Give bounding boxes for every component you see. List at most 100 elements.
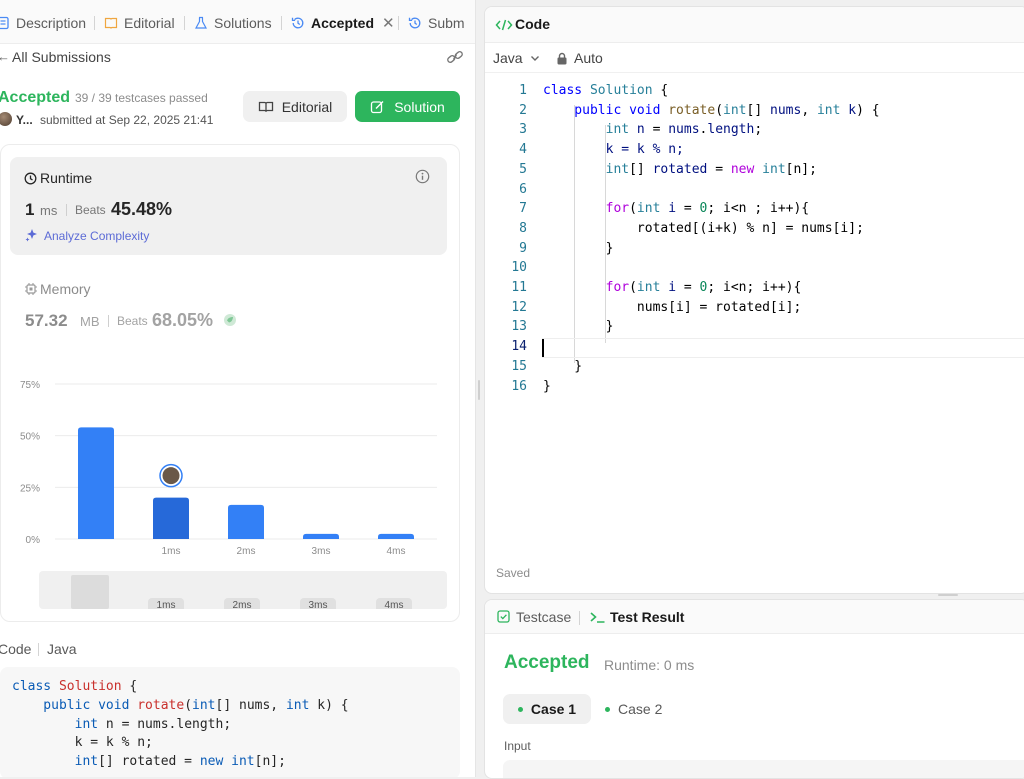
tab-editorial[interactable]: Editorial xyxy=(104,13,175,33)
code-token: class xyxy=(12,679,59,694)
code-line: } xyxy=(543,240,614,256)
share-link-icon[interactable] xyxy=(446,49,464,65)
code-token: ; i<n; i++){ xyxy=(707,280,802,295)
tab-divider xyxy=(184,16,185,30)
tab-divider xyxy=(281,16,282,30)
vertical-resize-handle[interactable] xyxy=(478,380,480,400)
code-token: int xyxy=(636,201,669,217)
code-token: = xyxy=(676,201,700,217)
tab-submissions[interactable]: Subm xyxy=(408,13,465,33)
code-line: nums[i] = rotated[i]; xyxy=(543,300,801,315)
code-token: for xyxy=(543,280,630,295)
avatar xyxy=(162,467,180,485)
line-number: 16 xyxy=(511,378,527,394)
code-token: } xyxy=(543,358,583,374)
divider xyxy=(485,72,1024,73)
code-token: ; i<n ; i++){ xyxy=(707,201,810,217)
code-token: Solution xyxy=(589,83,653,98)
current-line-highlight xyxy=(542,338,1024,358)
code-line: int[] rotated = new int[n]; xyxy=(12,754,286,769)
analyze-complexity-link[interactable]: Analyze Complexity xyxy=(44,229,149,243)
back-arrow-icon[interactable]: ← xyxy=(0,49,10,64)
code-line: int n = nums.length; xyxy=(12,717,232,732)
chart-bar xyxy=(378,533,414,539)
line-number: 2 xyxy=(519,102,527,118)
tab-description[interactable]: Description xyxy=(0,13,86,33)
username[interactable]: Y... xyxy=(16,113,33,127)
save-status: Saved xyxy=(496,566,531,580)
book-icon xyxy=(104,17,118,29)
avatar[interactable] xyxy=(0,112,12,126)
line-number: 10 xyxy=(511,260,527,276)
code-line: } xyxy=(543,379,551,394)
navigator-label: 2ms xyxy=(233,600,252,609)
tab-divider xyxy=(398,16,399,30)
chart-bar xyxy=(303,533,339,539)
code-token: nums[i] = rotated[i]; xyxy=(543,299,802,315)
code-line: public void rotate(int[] nums, int k) { xyxy=(12,697,348,713)
close-tab-icon[interactable]: ✕ xyxy=(382,14,395,32)
tab-code[interactable]: Code xyxy=(515,16,550,32)
code-line: } xyxy=(543,319,614,335)
info-icon[interactable] xyxy=(415,169,430,184)
code-token: rotated xyxy=(652,161,708,177)
line-number: 5 xyxy=(519,161,527,177)
navigator-label: 1ms xyxy=(157,600,176,609)
tab-testcase[interactable]: Testcase xyxy=(516,609,571,625)
code-token: } xyxy=(543,240,614,256)
result-status: Accepted xyxy=(504,652,590,673)
sparkle-icon xyxy=(25,229,37,242)
code-token: ( xyxy=(629,201,637,217)
navigator-mini-bar xyxy=(71,575,109,609)
chart-range-navigator[interactable]: 1ms 2ms 3ms 4ms xyxy=(39,571,447,609)
memory-value: 57.32 xyxy=(25,311,68,330)
line-number: 4 xyxy=(519,142,527,158)
code-token: int xyxy=(192,697,216,713)
y-tick-label: 50% xyxy=(20,432,40,443)
x-tick-label: 2ms xyxy=(237,546,256,557)
submitted-code-block: class Solution { public void rotate(int[… xyxy=(0,667,460,777)
solution-button[interactable]: Solution xyxy=(355,91,460,122)
divider xyxy=(38,643,39,656)
code-line: } xyxy=(543,359,582,374)
horizontal-resize-handle[interactable] xyxy=(938,594,958,596)
tab-test-result[interactable]: Test Result xyxy=(610,609,684,625)
tab-accepted[interactable]: Accepted ✕ xyxy=(291,13,395,33)
code-token: int xyxy=(231,754,255,770)
code-line: k = k % n; xyxy=(543,142,684,157)
line-number: 3 xyxy=(519,122,527,138)
code-token: = xyxy=(676,280,700,295)
code-token: { xyxy=(652,83,669,98)
code-token: i xyxy=(668,201,677,217)
code-line: class Solution { xyxy=(543,83,668,98)
tab-solutions[interactable]: Solutions xyxy=(194,13,272,33)
code-token: ( xyxy=(184,697,193,713)
code-token: [] nums, xyxy=(215,697,286,713)
memory-unit: MB xyxy=(80,314,100,329)
x-tick-label: 3ms xyxy=(312,546,331,557)
code-token: } xyxy=(543,319,614,335)
indent-mode-select[interactable]: Auto xyxy=(574,50,603,66)
all-submissions-link[interactable]: All Submissions xyxy=(12,49,111,65)
runtime-value: 1 xyxy=(25,200,35,219)
case-tab-1[interactable]: Case 1 xyxy=(503,694,591,724)
code-token: Solution xyxy=(58,679,122,694)
language-select-value: Java xyxy=(493,50,523,66)
editorial-button[interactable]: Editorial xyxy=(243,91,347,122)
language-select[interactable]: Java xyxy=(493,50,541,66)
clock-icon xyxy=(24,172,37,185)
editor-tab-bar: Code xyxy=(485,7,1024,43)
code-token: { xyxy=(121,679,138,694)
code-line: int n = nums.length; xyxy=(543,122,763,137)
code-token: public xyxy=(12,697,99,713)
submission-status: Accepted xyxy=(0,89,71,106)
case-tab-2[interactable]: Case 2 xyxy=(605,694,693,724)
code-token: [n]; xyxy=(785,161,817,177)
code-brackets-icon xyxy=(495,19,513,31)
code-token: int xyxy=(543,161,630,177)
runtime-distribution-chart: 0% 25% 50% 75% 1ms 2ms 3ms 4ms xyxy=(20,380,437,557)
line-number: 9 xyxy=(519,240,527,256)
chart-bar xyxy=(78,427,114,539)
code-token: int xyxy=(285,697,318,713)
code-token: for xyxy=(543,201,630,217)
